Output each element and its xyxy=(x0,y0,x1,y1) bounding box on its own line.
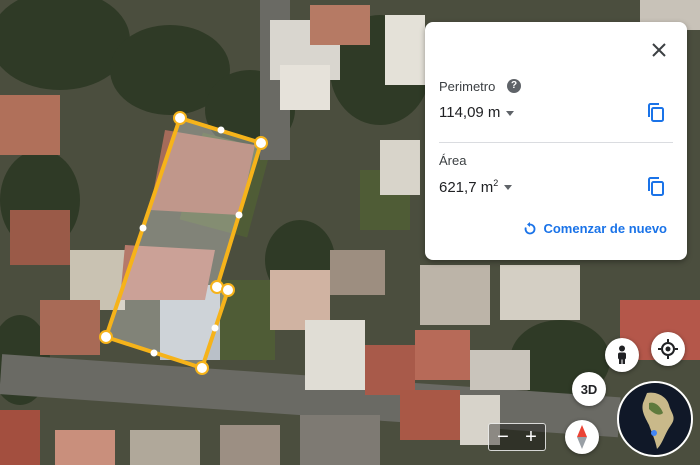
street-view-button[interactable] xyxy=(605,338,639,372)
vertex-handle[interactable] xyxy=(195,361,209,375)
vertex-handle[interactable] xyxy=(254,136,268,150)
globe-view-button[interactable] xyxy=(617,381,693,457)
area-value: 621,7 m2 xyxy=(439,178,499,196)
my-location-button[interactable] xyxy=(651,332,685,366)
area-label: Área xyxy=(439,153,467,168)
close-button[interactable] xyxy=(645,36,673,64)
divider xyxy=(439,142,673,143)
zoom-in-button[interactable]: + xyxy=(525,427,537,447)
compass-button[interactable] xyxy=(565,420,599,454)
chevron-down-icon xyxy=(506,111,515,116)
midpoint-handle[interactable] xyxy=(235,211,243,219)
midpoint-handle[interactable] xyxy=(150,349,158,357)
pegman-icon xyxy=(618,345,626,364)
vertex-handle[interactable] xyxy=(99,330,113,344)
help-icon[interactable]: ? xyxy=(507,79,521,93)
restart-button[interactable]: Comenzar de nuevo xyxy=(523,221,667,236)
3d-toggle-button[interactable]: 3D xyxy=(572,372,606,406)
perimeter-label: Perimetro xyxy=(439,79,496,94)
perimeter-unit-selector[interactable]: 114,09 m xyxy=(439,104,515,121)
perimeter-value: 114,09 m xyxy=(439,104,501,121)
restart-label: Comenzar de nuevo xyxy=(543,221,667,236)
globe-icon xyxy=(619,383,691,455)
midpoint-handle[interactable] xyxy=(211,324,219,332)
copy-icon[interactable] xyxy=(645,102,667,124)
compass-icon xyxy=(577,425,587,449)
area-unit-selector[interactable]: 621,7 m2 xyxy=(439,178,513,196)
copy-icon[interactable] xyxy=(645,176,667,198)
measure-distance-panel: Perimetro ? 114,09 m Área 621,7 m2 Comen… xyxy=(425,22,687,260)
vertex-handle[interactable] xyxy=(173,111,187,125)
midpoint-handle[interactable] xyxy=(139,224,147,232)
my-location-icon xyxy=(658,339,678,359)
chevron-down-icon xyxy=(504,185,513,190)
zoom-controls: − + xyxy=(488,423,546,451)
close-icon xyxy=(652,43,666,57)
zoom-out-button[interactable]: − xyxy=(497,427,509,447)
midpoint-handle[interactable] xyxy=(217,126,225,134)
vertex-handle[interactable] xyxy=(221,283,235,297)
restart-icon xyxy=(525,221,536,234)
